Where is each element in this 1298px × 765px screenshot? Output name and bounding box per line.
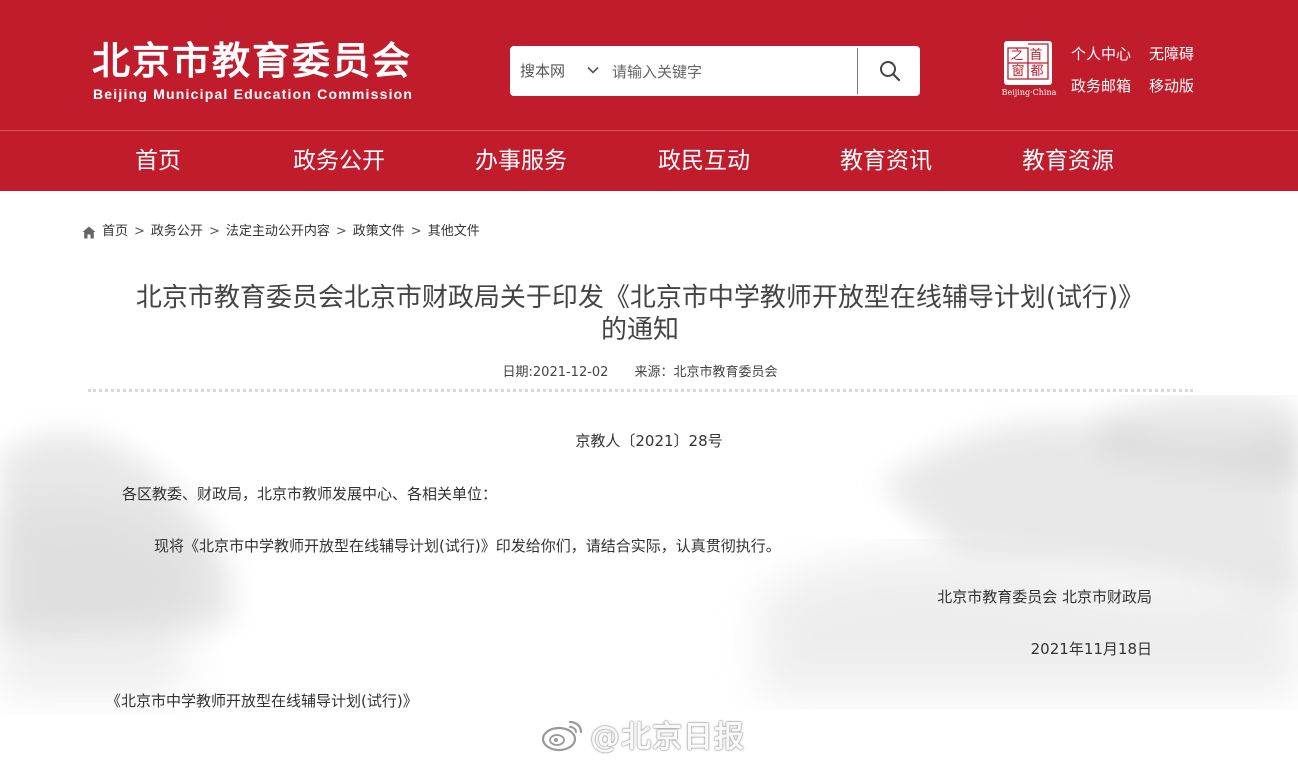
breadcrumb: 首页 > 政务公开 > 法定主动公开内容 > 政策文件 > 其他文件 (82, 222, 480, 242)
seal-char-2: 都 (1030, 64, 1043, 79)
breadcrumb-separator: > (410, 224, 422, 239)
capital-window-seal[interactable]: 首 都 之 窗 Beijing·China (1001, 41, 1057, 99)
attachment-link[interactable]: 《北京市中学教师开放型在线辅导计划(试行)》 (106, 690, 418, 711)
search-button[interactable] (860, 46, 920, 96)
article-title-line-2: 的通知 (600, 315, 679, 345)
search-input[interactable] (610, 54, 854, 90)
seal-caption: Beijing·China (1001, 88, 1057, 97)
mobile-version-link[interactable]: 移动版 (1149, 75, 1194, 96)
weibo-watermark: @北京日报 (540, 712, 745, 756)
breadcrumb-separator: > (134, 224, 145, 239)
chevron-down-icon[interactable] (587, 64, 599, 76)
document-number: 京教人〔2021〕28号 (575, 432, 723, 450)
breadcrumb-separator: > (208, 224, 220, 239)
breadcrumb-other-documents[interactable]: 其他文件 (428, 222, 480, 242)
site-header: 北京市教育委员会 Beijing Municipal Education Com… (0, 0, 1298, 130)
personal-center-link[interactable]: 个人中心 (1071, 43, 1131, 64)
sign-date: 2021年11月18日 (1030, 640, 1152, 658)
signature: 北京市教育委员会 北京市财政局 (937, 588, 1152, 606)
article-meta: 日期:2021-12-02 来源：北京市教育委员会 (90, 361, 1190, 380)
search-divider (857, 48, 858, 94)
nav-education-resources[interactable]: 教育资源 (1022, 131, 1114, 191)
nav-gov-affairs[interactable]: 政务公开 (293, 131, 385, 191)
recipients-line: 各区教委、财政局，北京市教师发展中心、各相关单位： (122, 485, 498, 503)
article-title-line-1: 北京市教育委员会北京市财政局关于印发《北京市中学教师开放型在线辅导计划(试行)》 (135, 283, 1145, 313)
article-body: 现将《北京市中学教师开放型在线辅导计划(试行)》印发给你们，请结合实际，认真贯彻… (154, 537, 781, 555)
breadcrumb-separator: > (335, 224, 347, 239)
watermark-text: @北京日报 (590, 720, 745, 755)
seal-frame-icon: 首 都 之 窗 (1007, 43, 1049, 80)
accessibility-link[interactable]: 无障碍 (1149, 43, 1194, 64)
breadcrumb-gov-affairs[interactable]: 政务公开 (151, 222, 203, 242)
seal-char-3: 之 (1010, 48, 1023, 63)
site-logo-en: Beijing Municipal Education Commission (93, 86, 414, 102)
search-scope-select[interactable]: 搜本网 (520, 46, 565, 96)
gov-mailbox-link[interactable]: 政务邮箱 (1071, 75, 1131, 96)
dotted-divider (88, 389, 1193, 392)
article-title: 北京市教育委员会北京市财政局关于印发《北京市中学教师开放型在线辅导计划(试行)》… (90, 282, 1190, 346)
article-date: 日期:2021-12-02 (502, 365, 609, 380)
breadcrumb-statutory-disclosure[interactable]: 法定主动公开内容 (226, 222, 330, 242)
breadcrumb-policy-documents[interactable]: 政策文件 (353, 222, 405, 242)
nav-education-news[interactable]: 教育资讯 (840, 131, 932, 191)
nav-home[interactable]: 首页 (135, 131, 181, 191)
article-source: 来源：北京市教育委员会 (634, 365, 778, 380)
main-nav: 首页 政务公开 办事服务 政民互动 教育资讯 教育资源 (0, 130, 1298, 191)
seal-box: 首 都 之 窗 (1004, 41, 1052, 85)
weibo-icon (541, 720, 583, 752)
search-icon (880, 61, 901, 82)
seal-char-1: 首 (1029, 48, 1042, 63)
breadcrumb-home[interactable]: 首页 (102, 222, 128, 242)
nav-interaction[interactable]: 政民互动 (658, 131, 750, 191)
home-icon (82, 226, 96, 238)
site-logo-cn[interactable]: 北京市教育委员会 (92, 38, 412, 84)
seal-char-4: 窗 (1011, 63, 1024, 79)
search-bar: 搜本网 (510, 46, 920, 96)
nav-services[interactable]: 办事服务 (475, 131, 567, 191)
